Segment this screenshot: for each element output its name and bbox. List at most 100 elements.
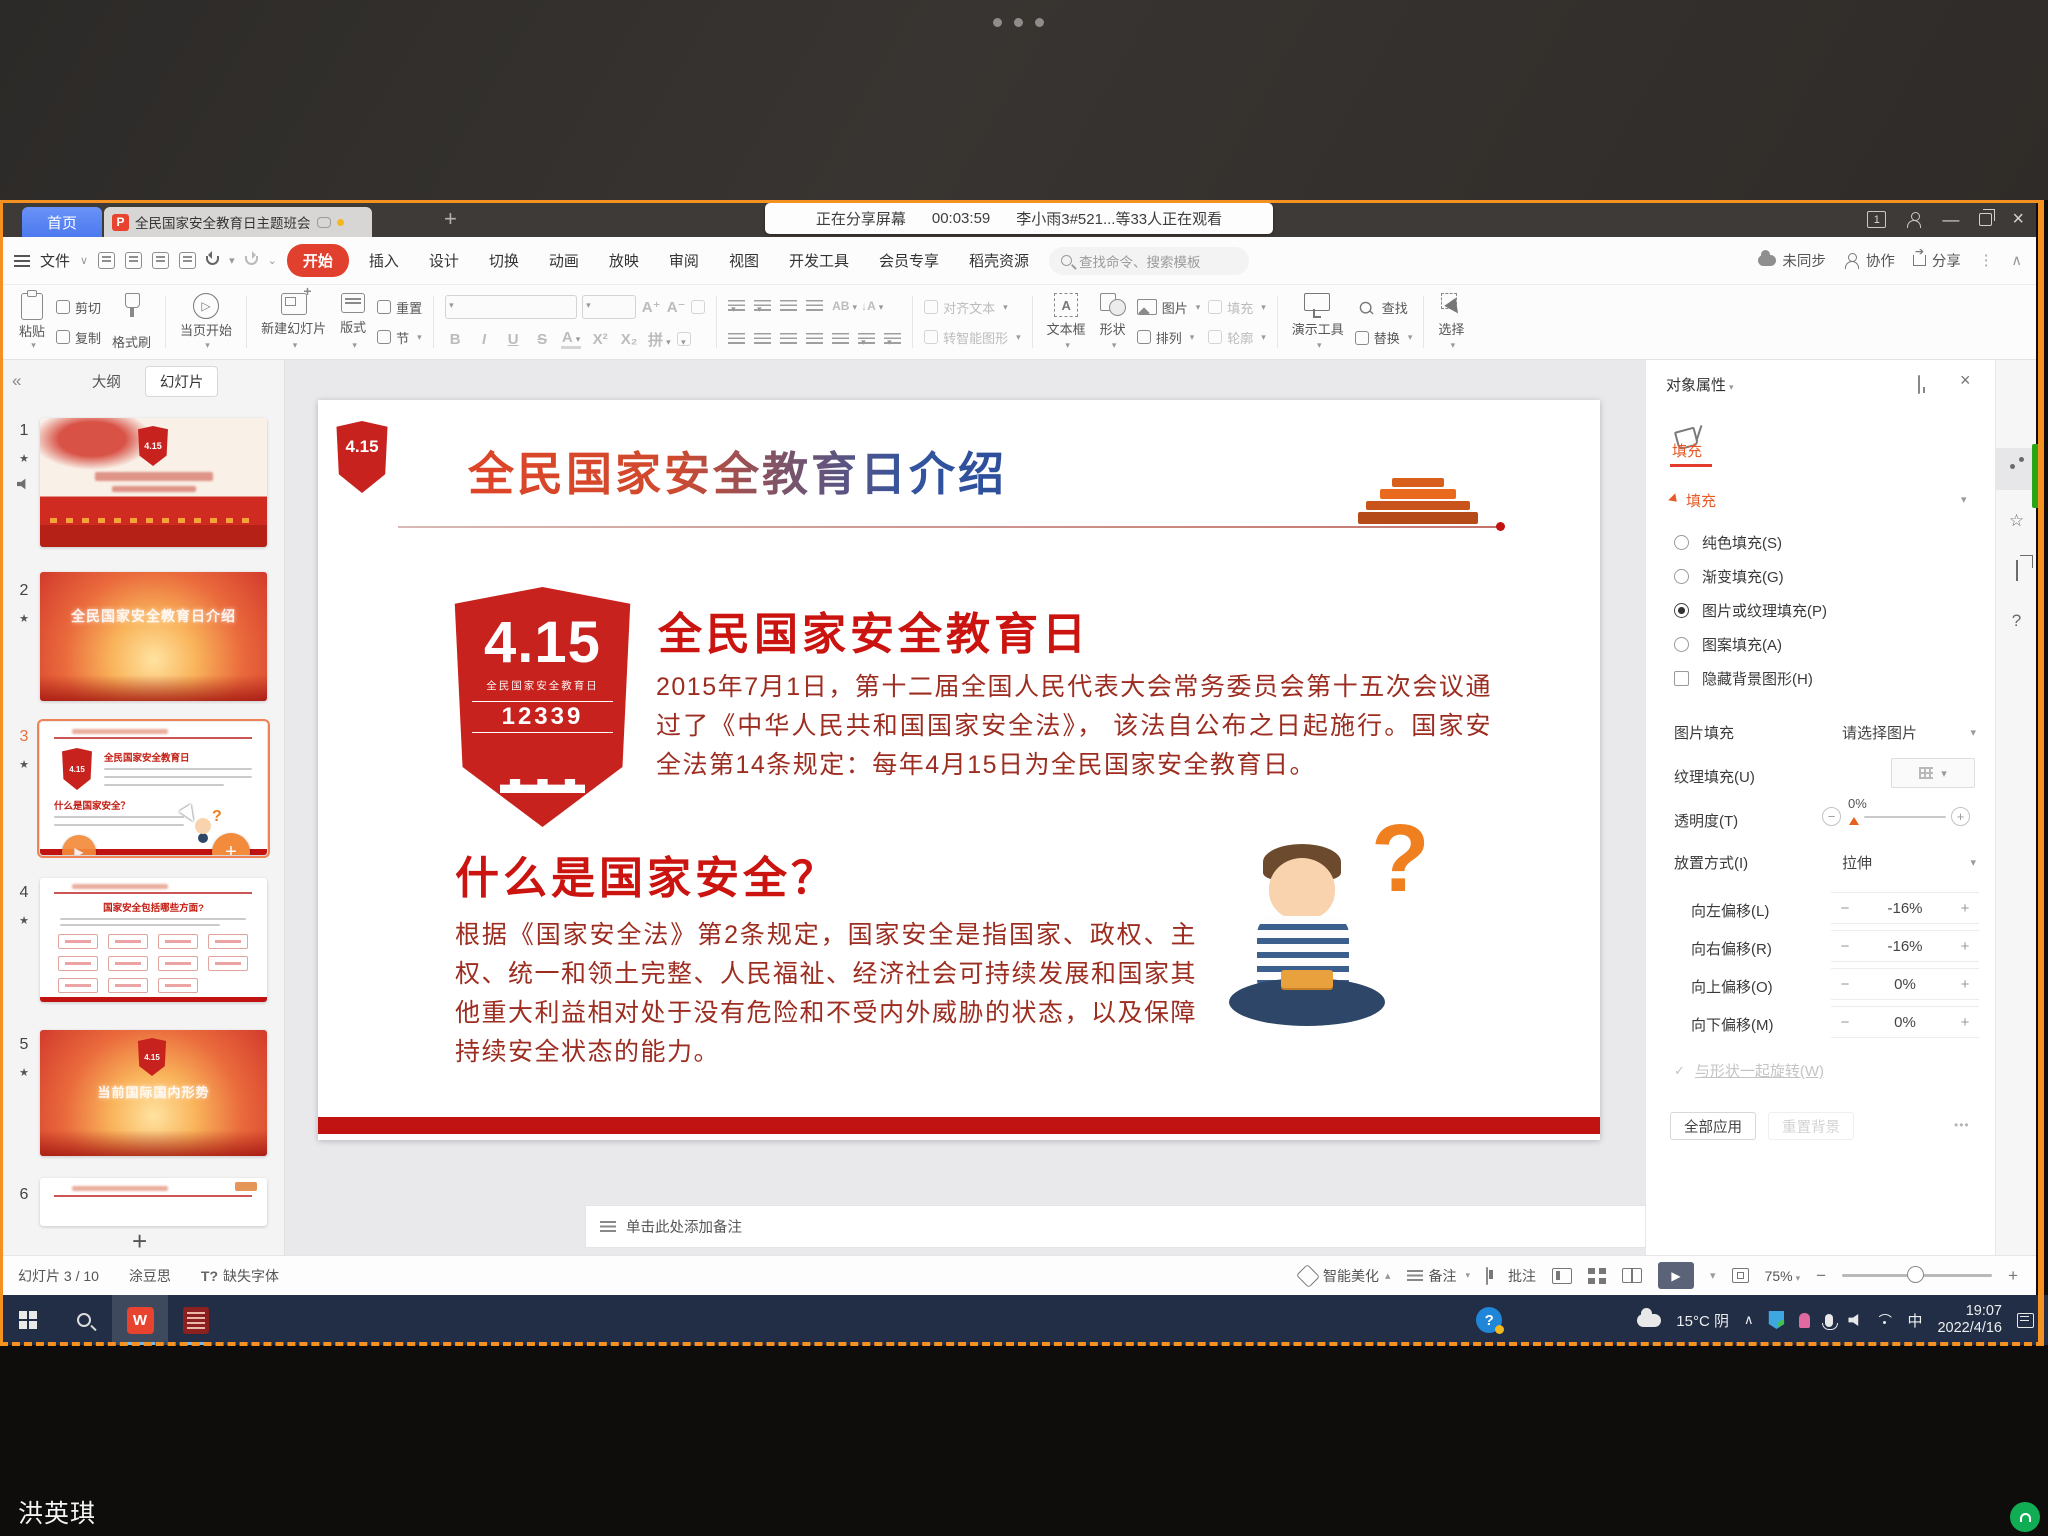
panel-more-icon[interactable]: ••• (1954, 1118, 1970, 1132)
ime-indicator[interactable]: 中 (1907, 1310, 1922, 1331)
start-button[interactable] (0, 1295, 56, 1345)
transparency-slider-track[interactable] (1864, 816, 1946, 818)
file-menu[interactable]: 文件 (40, 250, 70, 271)
find-button[interactable]: 查找 (1355, 297, 1413, 319)
copy-button[interactable]: 复制 (56, 328, 101, 347)
tab-design[interactable]: 设计 (419, 245, 469, 276)
tab-slides[interactable]: 幻灯片 (145, 366, 219, 397)
fill-section-caret-icon[interactable]: ▾ (1961, 493, 1967, 506)
arrange-button[interactable]: 排列 (1137, 328, 1201, 347)
zoom-slider-handle[interactable] (1907, 1266, 1924, 1283)
tab-home-ribbon[interactable]: 开始 (287, 244, 349, 277)
tab-outline[interactable]: 大纲 (78, 367, 135, 396)
tab-animation[interactable]: 动画 (539, 245, 589, 276)
speaker-icon[interactable] (1848, 1314, 1861, 1326)
align-right-button[interactable] (780, 333, 797, 345)
section-button[interactable]: 节 (377, 328, 422, 347)
more-menu-icon[interactable]: ⋮ (1979, 253, 1994, 269)
export-icon[interactable] (125, 252, 142, 269)
sorter-view-icon[interactable] (1588, 1268, 1606, 1284)
missing-font-warning[interactable]: T? 缺失字体 (201, 1266, 279, 1286)
sync-status[interactable]: 未同步 (1758, 250, 1826, 271)
bold-button[interactable]: B (445, 331, 465, 348)
weather-text[interactable]: 15°C 阴 (1676, 1310, 1729, 1331)
select-button[interactable]: 选择 (1431, 290, 1471, 354)
tab-view[interactable]: 视图 (719, 245, 769, 276)
slide-thumbnail-3-selected[interactable]: 4.15 全民国家安全教育日 什么是国家安全？ ? ▶ + (40, 722, 267, 855)
collaborate-button[interactable]: 协作 (1844, 250, 1895, 271)
network-icon[interactable] (1876, 1314, 1892, 1326)
decrease-indent-button[interactable] (780, 300, 797, 312)
slide-thumbnail-4[interactable]: 国家安全包括哪些方面? (40, 878, 267, 1002)
object-properties-icon[interactable] (2006, 458, 2027, 479)
tray-person-icon[interactable] (1799, 1313, 1810, 1328)
offset-right-stepper[interactable]: −-16%+ (1831, 930, 1979, 962)
presentation-tools-button[interactable]: 演示工具 (1285, 290, 1351, 354)
share-button[interactable]: 分享 (1913, 250, 1961, 271)
help-icon[interactable]: ? (2006, 610, 2027, 631)
account-avatar-icon[interactable] (1906, 212, 1922, 228)
tab-devtools[interactable]: 开发工具 (779, 245, 859, 276)
annotate-icon[interactable] (2006, 660, 2027, 681)
highlight-button[interactable] (677, 332, 691, 346)
textbox-button[interactable]: A文本框 (1040, 290, 1093, 354)
play-from-page-button[interactable]: ▷当页开始 (173, 290, 239, 354)
tab-document[interactable]: P 全民国家安全教育日主题班会 (104, 207, 372, 237)
subscript-button[interactable]: X₂ (619, 331, 639, 348)
undo-caret-icon[interactable]: ▾ (229, 254, 235, 267)
option-picture-fill[interactable]: 图片或纹理填充(P) (1674, 600, 1827, 621)
close-button[interactable]: × (2012, 208, 2024, 231)
thumb3-add-button[interactable]: + (212, 833, 250, 855)
align-center-button[interactable] (754, 333, 771, 345)
panel-close-icon[interactable]: × (1960, 370, 1971, 391)
increase-font-icon[interactable]: A⁺ (641, 298, 661, 316)
tab-home[interactable]: 首页 (22, 207, 102, 237)
slide-heading-1[interactable]: 全民国家安全教育日 (658, 598, 1090, 662)
option-gradient-fill[interactable]: 渐变填充(G) (1674, 566, 1784, 587)
notification-center-icon[interactable] (2017, 1313, 2034, 1328)
taskbar-wps-app[interactable]: W (112, 1295, 168, 1345)
zoom-in-button[interactable]: + (2008, 1266, 2018, 1286)
taskbar-search-button[interactable] (56, 1295, 112, 1345)
italic-button[interactable]: I (474, 331, 494, 348)
columns-button[interactable] (884, 333, 901, 345)
tab-transition[interactable]: 切换 (479, 245, 529, 276)
slide-thumbnail-6[interactable] (40, 1178, 267, 1226)
slide-header-title[interactable]: 全民国家安全教育日介绍 (468, 438, 1007, 504)
tray-expand-icon[interactable]: ∧ (1744, 1312, 1754, 1328)
zoom-slider[interactable] (1842, 1274, 1992, 1277)
fill-tab-label[interactable]: 填充 (1672, 440, 1702, 461)
security-shield-icon[interactable] (1768, 1311, 1784, 1329)
slide-paragraph-2[interactable]: 根据《国家安全法》第2条规定，国家安全是指国家、政权、主权、统一和领土完整、人民… (455, 916, 1197, 1072)
quick-tools-icon[interactable] (2006, 408, 2027, 429)
tab-slideshow[interactable]: 放映 (599, 245, 649, 276)
normal-view-icon[interactable] (1552, 1268, 1572, 1284)
meeting-audio-indicator[interactable] (2010, 1502, 2040, 1532)
slideshow-play-button[interactable]: ▶ (1658, 1262, 1694, 1289)
hamburger-icon[interactable] (14, 255, 30, 267)
effects-star-icon[interactable]: ☆ (2006, 510, 2027, 531)
tab-review[interactable]: 审阅 (659, 245, 709, 276)
underline-button[interactable]: U (503, 331, 523, 348)
reset-button[interactable]: 重置 (377, 298, 422, 317)
screen-share-banner[interactable]: 正在分享屏幕 00:03:59 李小雨3#521...等33人正在观看 (765, 203, 1273, 234)
to-smartart-button[interactable]: 转智能图形 (924, 328, 1021, 347)
fill-button[interactable]: 填充 (1208, 298, 1266, 317)
slide-thumbnail-5[interactable]: 4.15 当前国际国内形势 (40, 1030, 267, 1156)
zoom-level[interactable]: 75% (1765, 1268, 1801, 1284)
play-options-caret-icon[interactable]: ▾ (1710, 1269, 1716, 1282)
apply-all-button[interactable]: 全部应用 (1670, 1112, 1756, 1140)
comments-button[interactable]: 批注 (1486, 1266, 1536, 1286)
option-pattern-fill[interactable]: 图案填充(A) (1674, 634, 1782, 655)
boy-illustration[interactable]: ? (1223, 820, 1453, 1095)
align-text-button[interactable]: 对齐文本 (924, 298, 1021, 317)
current-slide[interactable]: 4.15 全民国家安全教育日介绍 4.15 全民国家安全教育日 (318, 400, 1600, 1140)
shapes-button[interactable]: 形状 (1093, 290, 1133, 354)
reading-view-icon[interactable] (1622, 1268, 1642, 1283)
add-slide-button[interactable]: + (132, 1226, 147, 1255)
tab-docer[interactable]: 稻壳资源 (959, 245, 1039, 276)
clock[interactable]: 19:07 2022/4/16 (1937, 1303, 2002, 1337)
collapse-ribbon-icon[interactable]: ∧ (2011, 253, 2022, 269)
print-icon[interactable] (152, 252, 169, 269)
superscript-button[interactable]: X² (590, 331, 610, 348)
